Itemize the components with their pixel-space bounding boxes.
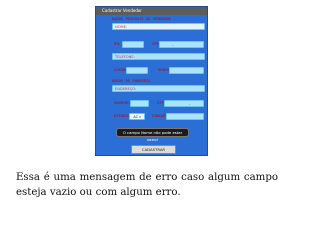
rg-field[interactable] (122, 41, 144, 48)
number-label: NÚMERO: (114, 101, 132, 105)
state-value: AC (133, 115, 139, 119)
state-label: ESTADO: (114, 114, 130, 118)
password-field[interactable] (169, 67, 204, 74)
city-field[interactable] (166, 113, 204, 120)
address-field[interactable]: ENDEREÇO: (112, 85, 205, 92)
phone-field[interactable]: TELEFONE: (112, 53, 205, 60)
window-title: Cadastrar Vendedor (96, 7, 207, 15)
error-toast: O campo Nome não pode estar vazio! (116, 128, 189, 142)
chevron-down-icon: ▾ (139, 115, 141, 119)
login-field[interactable] (126, 67, 148, 74)
section-address-heading: DADOS DE ENDEREÇO (112, 79, 151, 83)
cep-field[interactable]: - (164, 100, 204, 107)
register-seller-button[interactable]: CADASTRAR VENDEDOR (131, 145, 176, 155)
caption-text: Essa é uma mensagem de erro caso algum c… (16, 172, 278, 198)
cpf-field[interactable]: - (159, 41, 204, 48)
number-field[interactable] (130, 100, 149, 107)
name-field[interactable]: NOME: (112, 23, 205, 30)
cpf-value: - (172, 43, 174, 47)
login-label: LOGIN: (114, 68, 127, 72)
cep-value: - (189, 102, 191, 106)
section-personal-heading: DADOS PESSOAIS DO VENDEDOR (112, 17, 171, 21)
state-select[interactable]: AC ▾ (129, 113, 145, 120)
rg-label: RG: (114, 42, 121, 46)
app-screen: Cadastrar Vendedor DADOS PESSOAIS DO VEN… (95, 6, 208, 156)
city-label: CIDADE: (152, 114, 167, 118)
